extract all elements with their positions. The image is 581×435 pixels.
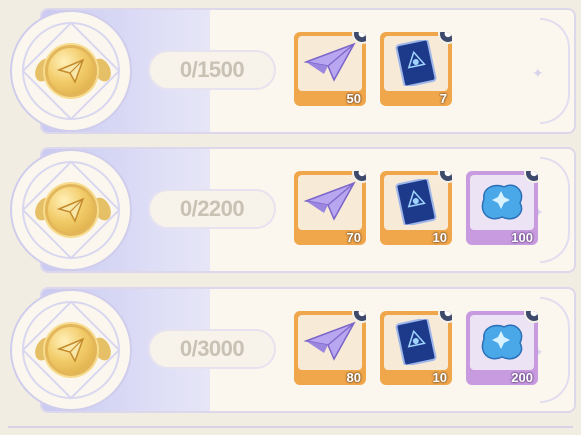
progress-counter: 0/2200 <box>148 189 276 229</box>
decor-frame <box>532 18 570 124</box>
tier-row-1: 0/1500 50 ● 7 ● <box>10 8 576 134</box>
paper-plane-icon <box>304 181 356 221</box>
gold-medal-icon <box>45 324 97 376</box>
decor-frame <box>532 157 570 263</box>
blue-crystal-icon <box>481 184 523 220</box>
item-quantity: 10 <box>432 230 447 245</box>
item-quantity: 7 <box>439 91 447 106</box>
item-quantity: 100 <box>511 230 533 245</box>
reward-item[interactable]: 80 ● <box>294 311 366 385</box>
paper-plane-icon <box>304 321 356 361</box>
reward-item[interactable]: 10 ● <box>380 171 452 245</box>
decor-frame <box>532 297 570 403</box>
medal-frame <box>10 10 132 132</box>
progress-counter: 0/3000 <box>148 329 276 369</box>
item-quantity: 50 <box>346 91 361 106</box>
tarot-card-icon <box>395 319 437 365</box>
progress-counter: 0/1500 <box>148 50 276 90</box>
gold-medal-icon <box>45 45 97 97</box>
tarot-card-icon <box>395 179 437 225</box>
item-quantity: 80 <box>346 370 361 385</box>
medal-frame <box>10 149 132 271</box>
paper-plane-icon <box>304 42 356 82</box>
reward-item[interactable]: 100 ● <box>466 171 538 245</box>
reward-item[interactable]: 200 ● <box>466 311 538 385</box>
reward-item[interactable]: 10 ● <box>380 311 452 385</box>
item-quantity: 70 <box>346 230 361 245</box>
reward-item[interactable]: 70 ● <box>294 171 366 245</box>
item-quantity: 10 <box>432 370 447 385</box>
reward-item[interactable]: 50 ● <box>294 32 366 106</box>
blue-crystal-icon <box>481 324 523 360</box>
tier-row-2: 0/2200 70 ● 10 ● 100 ● <box>10 147 576 273</box>
divider <box>8 426 573 428</box>
medal-frame <box>10 289 132 411</box>
tarot-card-icon <box>395 40 437 86</box>
item-quantity: 200 <box>511 370 533 385</box>
reward-item[interactable]: 7 ● <box>380 32 452 106</box>
gold-medal-icon <box>45 184 97 236</box>
tier-row-3: 0/3000 80 ● 10 ● 200 ● <box>10 287 576 413</box>
